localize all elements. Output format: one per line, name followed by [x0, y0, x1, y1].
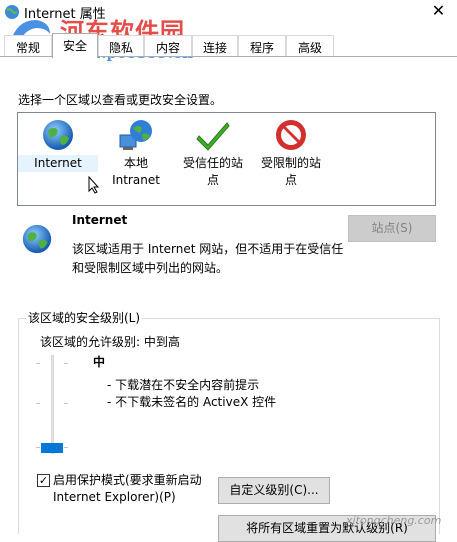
security-level-group-title: 该区域的安全级别(L): [26, 309, 143, 326]
zone-instruction: 选择一个区域以查看或更改安全设置。: [18, 93, 223, 107]
selected-zone-globe-icon: [22, 224, 52, 254]
checkmark-icon: [196, 122, 230, 151]
security-level-name: 中: [93, 355, 106, 369]
zone-label-restricted: 受限制的站 点: [260, 156, 321, 187]
zone-label-internet: Internet: [18, 155, 98, 172]
slider-tick: [64, 403, 68, 404]
security-level-slider-thumb[interactable]: [41, 443, 63, 453]
slider-tick: [64, 447, 68, 448]
slider-tick: [36, 447, 40, 448]
selected-zone-description: 该区域适用于 Internet 网站，但不适用于在受信任和受限制区域中列出的网站…: [72, 242, 344, 275]
globe-icon: [43, 120, 73, 150]
slider-tick: [36, 363, 40, 364]
watermark-bottom-text: xitongcheng.com: [346, 514, 442, 527]
close-button[interactable]: ✕: [420, 0, 457, 22]
zone-internet[interactable]: Internet: [18, 113, 98, 172]
security-level-description: - 下载潜在不安全内容前提示 - 不下载未签名的 ActiveX 控件: [107, 377, 276, 411]
slider-tick: [64, 363, 68, 364]
tab-bar: 常规 安全 隐私 内容 连接 程序 高级: [0, 33, 457, 58]
intranet-icon: [119, 120, 152, 150]
tab-privacy[interactable]: 隐私: [98, 35, 144, 57]
mouse-cursor-icon: [88, 176, 100, 194]
zone-label-intranet: 本地 Intranet: [112, 156, 160, 187]
tab-security[interactable]: 安全: [52, 33, 98, 58]
tab-general[interactable]: 常规: [4, 35, 52, 57]
level-bullet: - 下载潜在不安全内容前提示: [107, 378, 260, 392]
allowed-levels-text: 该区域的允许级别: 中到高: [40, 335, 180, 349]
protected-mode-checkbox[interactable]: ✓: [37, 474, 50, 487]
level-bullet: - 不下载未签名的 ActiveX 控件: [107, 395, 277, 409]
custom-level-button[interactable]: 自定义级别(C)...: [218, 477, 330, 504]
security-level-slider-track[interactable]: [51, 355, 54, 454]
tab-programs[interactable]: 程序: [238, 35, 286, 57]
tab-content[interactable]: 内容: [144, 35, 192, 57]
tab-connections[interactable]: 连接: [192, 35, 238, 57]
zone-restricted-sites[interactable]: 受限制的站 点: [251, 113, 331, 189]
zone-trusted-sites[interactable]: 受信任的站 点: [173, 113, 253, 189]
slider-tick: [36, 403, 40, 404]
protected-mode-label[interactable]: 启用保护模式(要求重新启动 Internet Explorer)(P): [53, 472, 223, 506]
tab-advanced[interactable]: 高级: [286, 35, 334, 57]
zone-list: Internet 本地 Intranet 受信任的站 点 受限制的站 点: [17, 112, 436, 206]
no-entry-icon: [276, 120, 306, 150]
selected-zone-name: Internet: [72, 213, 128, 227]
zone-local-intranet[interactable]: 本地 Intranet: [96, 113, 176, 189]
zone-label-trusted: 受信任的站 点: [182, 156, 243, 187]
sites-button[interactable]: 站点(S): [348, 215, 436, 242]
